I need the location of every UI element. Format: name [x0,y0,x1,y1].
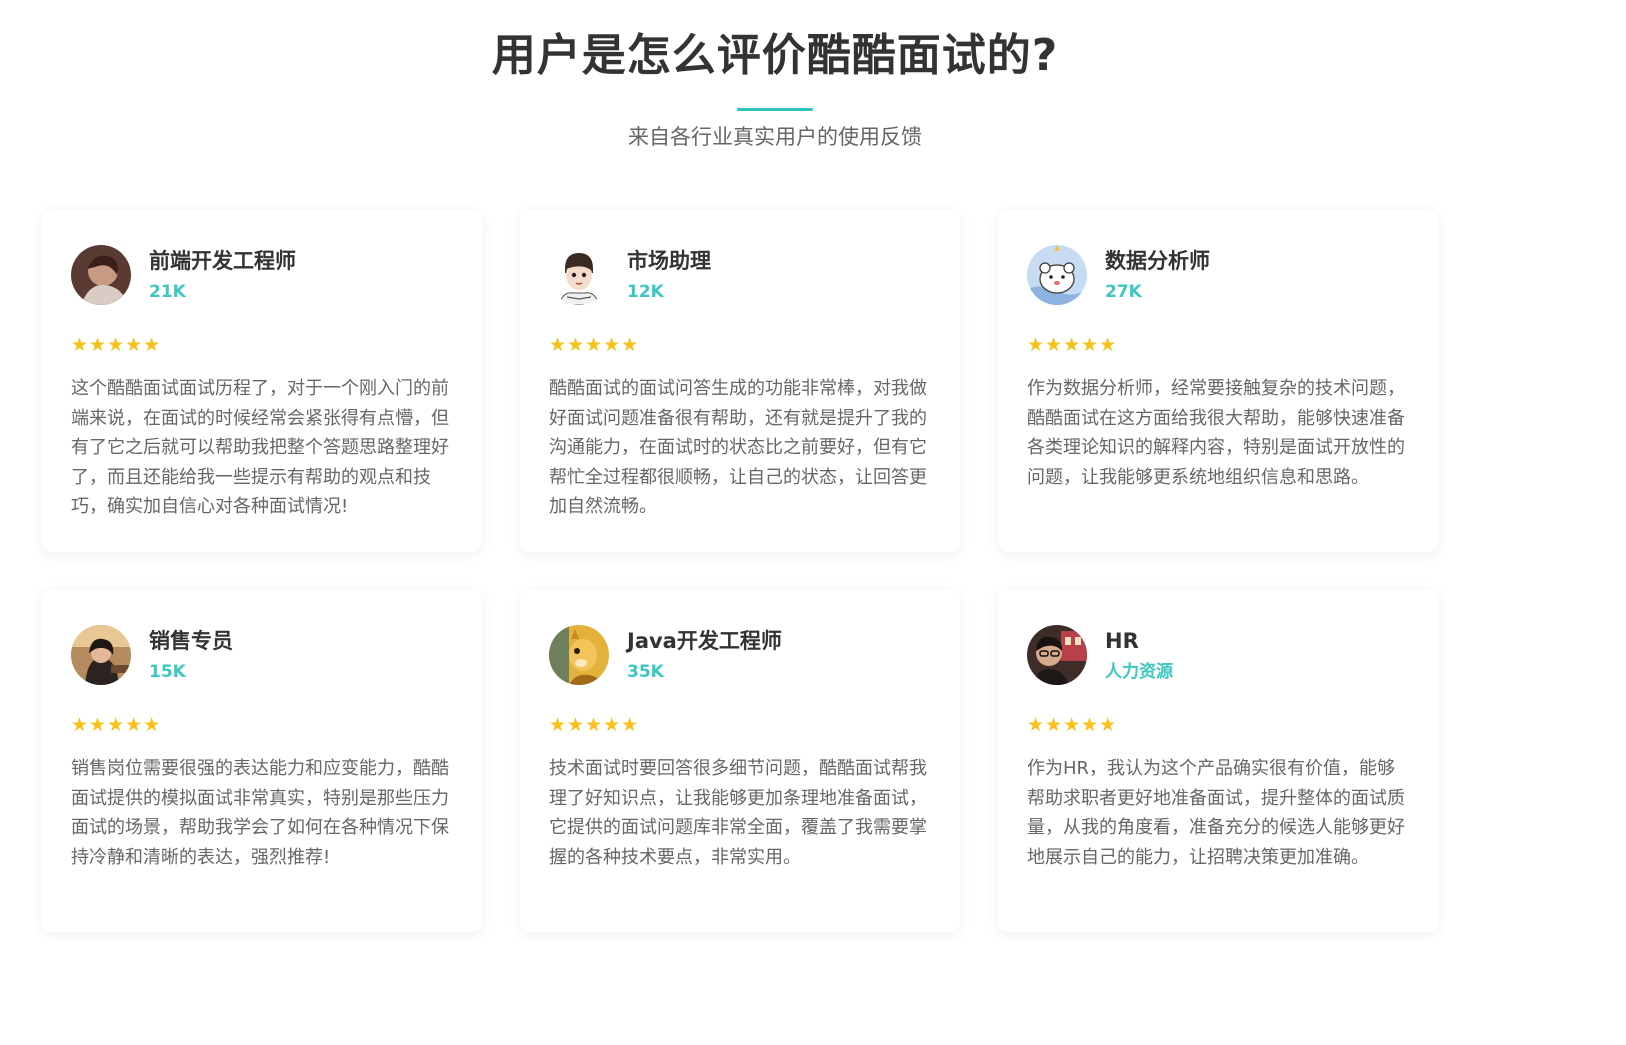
star-rating: ★★★★★ [71,714,162,736]
review-card: 前端开发工程师 21K ★★★★★ 这个酷酷面试面试历程了，对于一个刚入门的前端… [42,210,482,552]
avatar-image [71,625,131,685]
reviewer-role: HR [1105,629,1139,653]
star-rating: ★★★★★ [1027,714,1118,736]
reviewer-role: 销售专员 [149,629,233,653]
reviewer-role: Java开发工程师 [627,629,782,653]
section-header: 用户是怎么评价酷酷面试的? 来自各行业真实用户的使用反馈 [0,20,1550,151]
reviewer-count: 15K [149,662,186,682]
reviewer-role: 数据分析师 [1105,249,1210,273]
review-card: HR 人力资源 ★★★★★ 作为HR，我认为这个产品确实很有价值，能够帮助求职者… [998,590,1438,932]
reviewer-count: 人力资源 [1105,662,1173,682]
reviewer-count: 21K [149,282,186,302]
reviewer-role: 前端开发工程师 [149,249,296,273]
avatar-image [549,245,609,305]
star-rating: ★★★★★ [549,334,640,356]
title-underline [737,108,813,111]
review-card: Java开发工程师 35K ★★★★★ 技术面试时要回答很多细节问题，酷酷面试帮… [520,590,960,932]
star-rating: ★★★★★ [549,714,640,736]
avatar [71,245,131,305]
review-grid: 前端开发工程师 21K ★★★★★ 这个酷酷面试面试历程了，对于一个刚入门的前端… [42,210,1442,932]
review-card: 市场助理 12K ★★★★★ 酷酷面试的面试问答生成的功能非常棒，对我做好面试问… [520,210,960,552]
reviewer-header: 销售专员 15K [71,624,454,686]
avatar-image [1027,625,1087,685]
review-card: 数据分析师 27K ★★★★★ 作为数据分析师，经常要接触复杂的技术问题，酷酷面… [998,210,1438,552]
section-title: 用户是怎么评价酷酷面试的? [491,30,1059,81]
reviewer-count: 27K [1105,282,1142,302]
testimonials-section: 用户是怎么评价酷酷面试的? 来自各行业真实用户的使用反馈 前端开发工程师 21K [0,0,1626,1045]
reviewer-count: 35K [627,662,664,682]
reviewer-role: 市场助理 [627,249,711,273]
reviewer-header: 前端开发工程师 21K [71,244,454,306]
star-rating: ★★★★★ [1027,334,1118,356]
reviewer-header: 数据分析师 27K [1027,244,1410,306]
section-subtitle: 来自各行业真实用户的使用反馈 [628,125,922,149]
star-rating: ★★★★★ [71,334,162,356]
review-text: 酷酷面试的面试问答生成的功能非常棒，对我做好面试问题准备很有帮助，还有就是提升了… [549,378,927,517]
avatar-image [1027,245,1087,305]
review-text: 销售岗位需要很强的表达能力和应变能力，酷酷面试提供的模拟面试非常真实，特别是那些… [71,758,449,868]
avatar [1027,245,1087,305]
review-text: 技术面试时要回答很多细节问题，酷酷面试帮我理了好知识点，让我能够更加条理地准备面… [549,758,927,868]
avatar-image [71,245,131,305]
reviewer-header: 市场助理 12K [549,244,932,306]
review-card: 销售专员 15K ★★★★★ 销售岗位需要很强的表达能力和应变能力，酷酷面试提供… [42,590,482,932]
avatar [549,625,609,685]
avatar [549,245,609,305]
reviewer-count: 12K [627,282,664,302]
review-text: 作为HR，我认为这个产品确实很有价值，能够帮助求职者更好地准备面试，提升整体的面… [1027,758,1405,868]
reviewer-header: HR 人力资源 [1027,624,1410,686]
avatar-image [549,625,609,685]
avatar [1027,625,1087,685]
review-text: 作为数据分析师，经常要接触复杂的技术问题，酷酷面试在这方面给我很大帮助，能够快速… [1027,378,1405,488]
review-text: 这个酷酷面试面试历程了，对于一个刚入门的前端来说，在面试的时候经常会紧张得有点懵… [71,378,449,517]
avatar [71,625,131,685]
reviewer-header: Java开发工程师 35K [549,624,932,686]
